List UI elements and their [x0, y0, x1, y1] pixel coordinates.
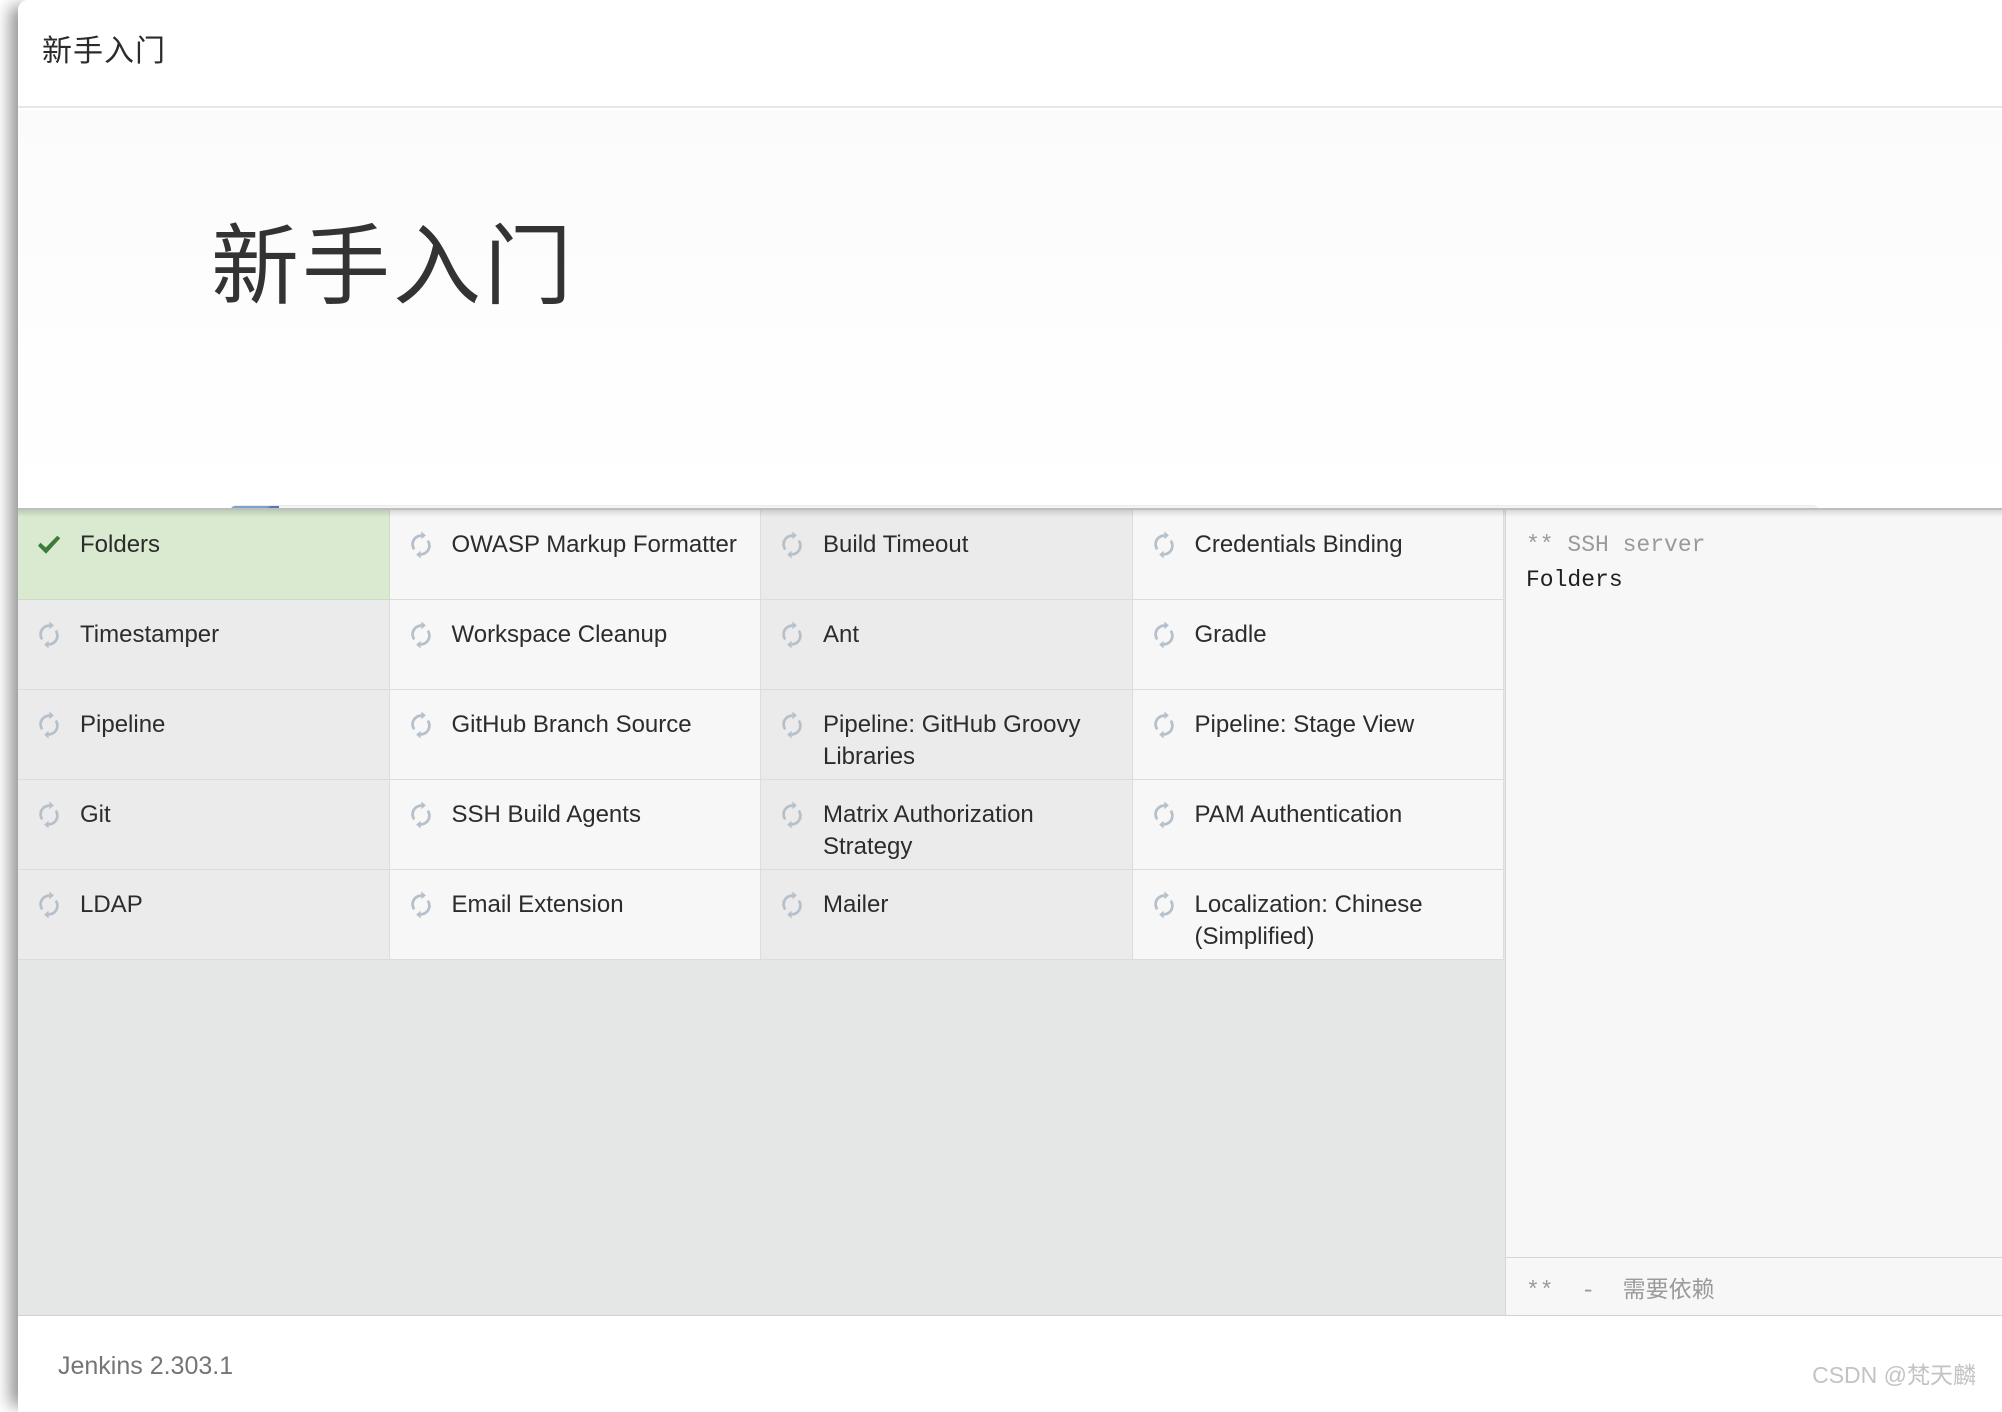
log-line: Folders	[1526, 566, 1623, 593]
sync-icon	[410, 621, 431, 649]
plugin-cell: Credentials Binding	[1132, 510, 1504, 600]
plugin-cell: Gradle	[1132, 600, 1504, 690]
plugin-name-label: Gradle	[1194, 621, 1267, 648]
plugin-name-label: GitHub Branch Source	[451, 711, 692, 738]
sync-icon	[410, 711, 431, 739]
plugin-cell: LDAP	[18, 870, 390, 960]
plugin-cell: Pipeline: Stage View	[1132, 690, 1504, 780]
sync-icon	[782, 801, 802, 829]
sync-icon	[39, 801, 59, 829]
sync-icon	[410, 891, 431, 919]
sync-icon	[410, 801, 431, 829]
plugin-name-label: Mailer	[823, 891, 889, 918]
plugin-name-label: Ant	[823, 621, 860, 648]
window-title: 新手入门	[42, 35, 166, 68]
plugin-cell: Folders	[18, 510, 390, 600]
plugin-name-label: LDAP	[80, 891, 143, 918]
plugin-cell: Email Extension	[389, 870, 761, 960]
plugin-cell: SSH Build Agents	[389, 780, 761, 870]
log-line: ** SSH server	[1526, 532, 1706, 558]
sync-icon	[1153, 531, 1174, 559]
check-icon	[38, 535, 61, 554]
plugin-cell: Mailer	[761, 870, 1133, 960]
sync-icon	[39, 711, 59, 739]
installation-content: Folders OWASP Markup Formatter Build Timeo…	[18, 508, 2002, 1315]
plugin-name-label: OWASP Markup Formatter	[451, 531, 737, 558]
sync-icon	[1153, 891, 1174, 919]
plugin-cell: Git	[18, 780, 390, 870]
plugin-grid: Folders OWASP Markup Formatter Build Timeo…	[18, 510, 1504, 1315]
install-log-panel: ** SSH server Folders ** - 需要依赖	[1505, 510, 2002, 1315]
sync-icon	[782, 531, 802, 559]
setup-wizard-card: 新手入门 新手入门 Folders OWASP Markup Formatter B…	[18, 0, 2002, 1412]
plugin-name-label: Pipeline	[80, 711, 166, 738]
sync-icon	[782, 621, 802, 649]
plugin-cell: Pipeline	[18, 690, 390, 780]
plugin-name-label: Build Timeout	[823, 531, 969, 558]
plugin-cell: OWASP Markup Formatter	[389, 510, 761, 600]
plugin-name-label: Credentials Binding	[1194, 531, 1403, 558]
plugin-cell: PAM Authentication	[1132, 780, 1504, 870]
plugin-cell: Pipeline: GitHub Groovy Libraries	[761, 690, 1133, 780]
sync-icon	[782, 891, 802, 919]
page-title: 新手入门	[211, 217, 576, 316]
setup-hero: 新手入门	[18, 110, 2002, 537]
plugin-name-label: SSH Build Agents	[451, 801, 641, 828]
plugin-cell: GitHub Branch Source	[389, 690, 761, 780]
plugin-name-label: Git	[80, 801, 111, 828]
plugin-name-label: Localization: Chinese (Simplified)	[1194, 891, 1423, 950]
sync-icon	[1153, 801, 1174, 829]
plugin-name-label: Matrix Authorization Strategy	[823, 801, 1034, 860]
jenkins-version-label: Jenkins 2.303.1	[58, 1352, 234, 1380]
dependency-legend-text: ** - 需要依赖	[1526, 1277, 1715, 1304]
plugin-name-label: Folders	[80, 531, 161, 558]
plugin-cell: Matrix Authorization Strategy	[761, 780, 1133, 870]
plugin-name-label: Workspace Cleanup	[451, 621, 668, 648]
csdn-watermark: CSDN @梵天麟	[1812, 1362, 1976, 1388]
page-footer: Jenkins 2.303.1 CSDN @梵天麟	[18, 1315, 2002, 1412]
sync-icon	[39, 891, 59, 919]
sync-icon	[39, 621, 59, 649]
install-log-output: ** SSH server Folders	[1506, 510, 2002, 1257]
plugin-name-label: Email Extension	[451, 891, 624, 918]
sync-icon	[782, 711, 802, 739]
plugin-cell: Localization: Chinese (Simplified)	[1132, 870, 1504, 960]
plugin-name-label: Pipeline: Stage View	[1194, 711, 1415, 738]
plugin-cell: Ant	[761, 600, 1133, 690]
plugin-cell: Build Timeout	[761, 510, 1133, 600]
plugin-cell: Timestamper	[18, 600, 390, 690]
sync-icon	[410, 531, 431, 559]
sync-icon	[1153, 621, 1174, 649]
dependency-legend: ** - 需要依赖	[1506, 1257, 2002, 1315]
plugin-name-label: PAM Authentication	[1194, 801, 1403, 828]
window-header: 新手入门	[18, 0, 2002, 108]
plugin-cell: Workspace Cleanup	[389, 600, 761, 690]
plugin-name-label: Pipeline: GitHub Groovy Libraries	[823, 711, 1081, 770]
sync-icon	[1153, 711, 1174, 739]
plugin-name-label: Timestamper	[80, 621, 220, 648]
